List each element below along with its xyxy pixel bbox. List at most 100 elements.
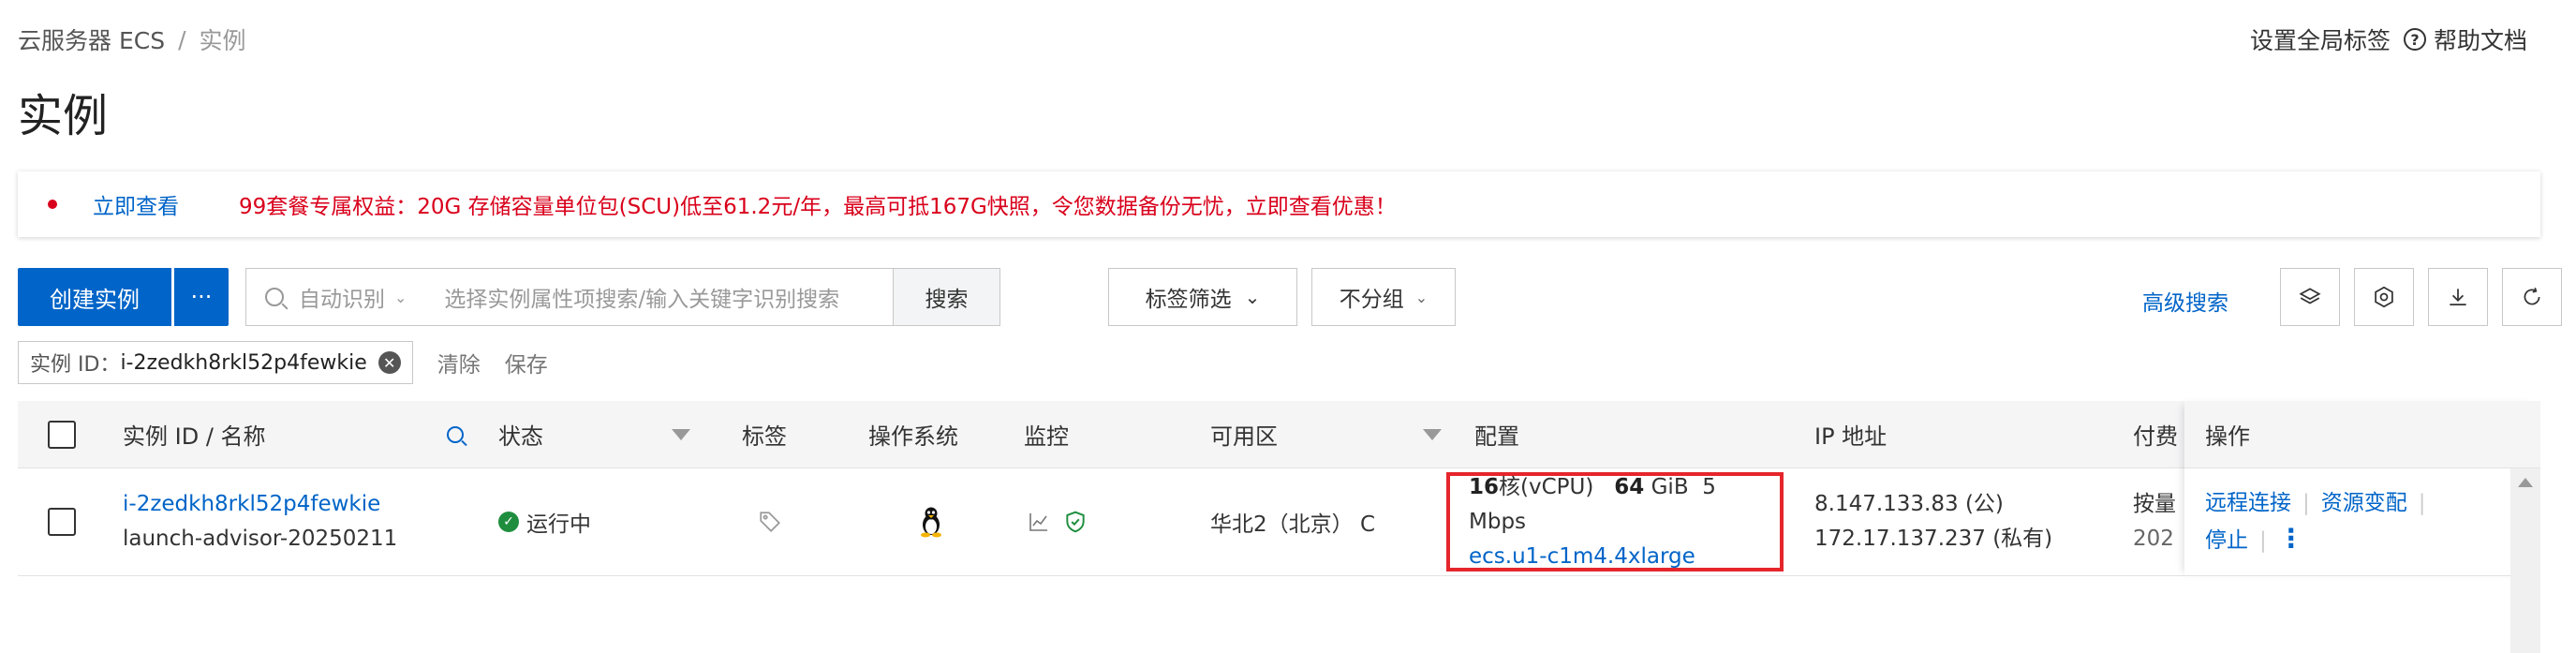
col-ip: IP 地址 bbox=[1814, 423, 1888, 450]
row-checkbox-cell bbox=[48, 468, 76, 575]
instance-table: 实例 ID / 名称 状态 标签 操作系统 监控 可用区 配置 IP 地址 付费 bbox=[18, 401, 2540, 576]
instance-name: launch-advisor-20250211 bbox=[123, 527, 398, 551]
breadcrumb-root[interactable]: 云服务器 ECS bbox=[18, 22, 165, 56]
download-button[interactable] bbox=[2428, 268, 2488, 326]
chevron-down-icon: ⌄ bbox=[1414, 288, 1429, 306]
refresh-icon bbox=[2524, 287, 2540, 305]
filter-chip-key: 实例 ID： bbox=[30, 353, 121, 377]
col-config: 配置 bbox=[1474, 423, 1519, 450]
create-more-button[interactable]: ··· bbox=[174, 268, 229, 326]
filter-icon[interactable] bbox=[1423, 428, 1442, 440]
top-links: 设置全局标签 ? 帮助文档 bbox=[2250, 22, 2527, 56]
config-cpu-unit: 核(vCPU) bbox=[1499, 474, 1594, 499]
col-tags: 标签 bbox=[742, 423, 787, 450]
col-id-search bbox=[447, 401, 464, 467]
filter-chip-value: i-2zedkh8rkl52p4fewkie bbox=[120, 350, 367, 375]
close-icon[interactable]: ✕ bbox=[378, 351, 401, 374]
global-tags-link[interactable]: 设置全局标签 bbox=[2250, 22, 2391, 56]
help-docs-link[interactable]: ? 帮助文档 bbox=[2403, 22, 2527, 56]
search-mode-select[interactable]: 自动识别 ⌄ bbox=[299, 281, 407, 313]
instance-search: 自动识别 ⌄ 选择实例属性项搜索/输入关键字识别搜索 搜索 bbox=[245, 268, 1000, 326]
col-id-name: 实例 ID / 名称 bbox=[123, 423, 266, 450]
refresh-button[interactable] bbox=[2502, 268, 2562, 326]
ops-divider: | bbox=[2302, 490, 2310, 515]
instance-type-link[interactable]: ecs.u1-c1m4.4xlarge bbox=[1469, 540, 1780, 574]
select-all-checkbox[interactable] bbox=[48, 420, 76, 449]
ops-divider: | bbox=[2259, 527, 2267, 553]
col-monitor: 监控 bbox=[1024, 423, 1069, 450]
clear-filters-button[interactable]: 清除 bbox=[437, 347, 481, 378]
config-cell-highlight: 16核(vCPU) 64 GiB 5 Mbps ecs.u1-c1m4.4xla… bbox=[1446, 472, 1784, 571]
tags-cell bbox=[758, 468, 782, 575]
row-checkbox[interactable] bbox=[48, 508, 76, 536]
tag-filter-button[interactable]: 标签筛选 ⌄ bbox=[1108, 268, 1297, 326]
create-instance-button[interactable]: 创建实例 bbox=[18, 268, 171, 326]
remote-connect-link[interactable]: 远程连接 bbox=[2205, 491, 2291, 515]
help-docs-label: 帮助文档 bbox=[2433, 27, 2527, 54]
public-ip: 8.147.133.83 (公) bbox=[1814, 492, 2004, 516]
search-mode-label: 自动识别 bbox=[299, 288, 385, 312]
status-cell: ✓ 运行中 bbox=[498, 468, 591, 575]
search-icon bbox=[265, 288, 284, 306]
table-header: 实例 ID / 名称 状态 标签 操作系统 监控 可用区 配置 IP 地址 付费 bbox=[18, 401, 2540, 468]
layers-icon bbox=[2299, 288, 2321, 304]
status-label: 运行中 bbox=[526, 512, 591, 537]
notice-view-link[interactable]: 立即查看 bbox=[93, 188, 179, 220]
notice-promo-text[interactable]: 99套餐专属权益：20G 存储容量单位包(SCU)低至61.2元/年，最高可抵1… bbox=[239, 188, 1397, 220]
download-icon bbox=[2450, 289, 2466, 305]
ops-cell: 远程连接 | 资源变配 | 停止 | ⋮ bbox=[2184, 468, 2540, 576]
breadcrumb: 云服务器 ECS / 实例 bbox=[18, 22, 246, 56]
group-select[interactable]: 不分组 ⌄ bbox=[1311, 268, 1456, 326]
tag-filter-label: 标签筛选 bbox=[1145, 288, 1232, 312]
ecs-instance-page: 云服务器 ECS / 实例 设置全局标签 ? 帮助文档 实例 立即查看 99套餐… bbox=[0, 0, 2576, 653]
config-mem-num: 64 bbox=[1614, 474, 1645, 499]
ops-divider: | bbox=[2418, 490, 2426, 515]
save-filters-button[interactable]: 保存 bbox=[505, 347, 548, 378]
layers-button[interactable] bbox=[2280, 268, 2340, 326]
instance-id-link[interactable]: i-2zedkh8rkl52p4fewkie bbox=[123, 487, 397, 522]
breadcrumb-separator: / bbox=[178, 25, 186, 53]
private-ip: 172.17.137.237 (私有) bbox=[1814, 527, 2053, 551]
ops-column: 操作 远程连接 | 资源变配 | 停止 | ⋮ bbox=[2184, 401, 2540, 576]
stop-link[interactable]: 停止 bbox=[2205, 528, 2248, 553]
filter-chip[interactable]: 实例 ID： i-2zedkh8rkl52p4fewkie ✕ bbox=[18, 341, 413, 384]
billing-date: 202 bbox=[2133, 527, 2174, 551]
select-all-checkbox-cell bbox=[48, 401, 76, 467]
zone-cell: 华北2（北京） C bbox=[1210, 512, 1376, 537]
ip-cell: 8.147.133.83 (公) 172.17.137.237 (私有) bbox=[1814, 468, 2052, 575]
more-actions-icon[interactable]: ⋮ bbox=[2278, 523, 2304, 554]
config-mem-unit: GiB bbox=[1651, 474, 1689, 499]
resource-change-link[interactable]: 资源变配 bbox=[2321, 491, 2407, 515]
column-search-icon[interactable] bbox=[447, 425, 464, 443]
table-row: i-2zedkh8rkl52p4fewkie launch-advisor-20… bbox=[18, 468, 2540, 576]
id-name-cell: i-2zedkh8rkl52p4fewkie launch-advisor-20… bbox=[123, 468, 397, 575]
billing-method: 按量 bbox=[2133, 492, 2176, 516]
col-zone: 可用区 bbox=[1210, 423, 1278, 450]
advanced-search-link[interactable]: 高级搜索 bbox=[2142, 285, 2228, 317]
config-cpu-num: 16 bbox=[1469, 474, 1500, 499]
search-button[interactable]: 搜索 bbox=[893, 269, 999, 325]
col-ops: 操作 bbox=[2184, 401, 2540, 468]
settings-icon bbox=[2375, 286, 2393, 308]
chart-line-icon[interactable] bbox=[1028, 511, 1050, 533]
shield-check-icon[interactable] bbox=[1063, 510, 1088, 534]
col-status-filter bbox=[672, 401, 690, 467]
col-status: 状态 bbox=[498, 423, 543, 450]
os-cell bbox=[917, 468, 945, 575]
search-input[interactable]: 选择实例属性项搜索/输入关键字识别搜索 bbox=[444, 281, 893, 313]
filter-icon[interactable] bbox=[672, 428, 690, 440]
chevron-down-icon: ⌄ bbox=[1244, 286, 1261, 308]
help-icon: ? bbox=[2403, 28, 2426, 51]
table-scrollbar[interactable] bbox=[2510, 468, 2540, 653]
linux-penguin-icon bbox=[921, 507, 941, 538]
notice-dot-icon bbox=[48, 200, 57, 209]
monitor-cell bbox=[1028, 468, 1088, 575]
col-billing: 付费 bbox=[2133, 423, 2178, 450]
settings-button[interactable] bbox=[2354, 268, 2414, 326]
tag-icon[interactable] bbox=[758, 510, 782, 534]
toolbar: 创建实例 ··· 自动识别 ⌄ 选择实例属性项搜索/输入关键字识别搜索 搜索 标… bbox=[18, 268, 2562, 326]
scroll-up-icon[interactable] bbox=[2518, 478, 2533, 487]
col-zone-filter bbox=[1423, 401, 1442, 467]
col-os: 操作系统 bbox=[868, 423, 958, 450]
active-filter-row: 实例 ID： i-2zedkh8rkl52p4fewkie ✕ 清除 保存 bbox=[18, 341, 548, 384]
